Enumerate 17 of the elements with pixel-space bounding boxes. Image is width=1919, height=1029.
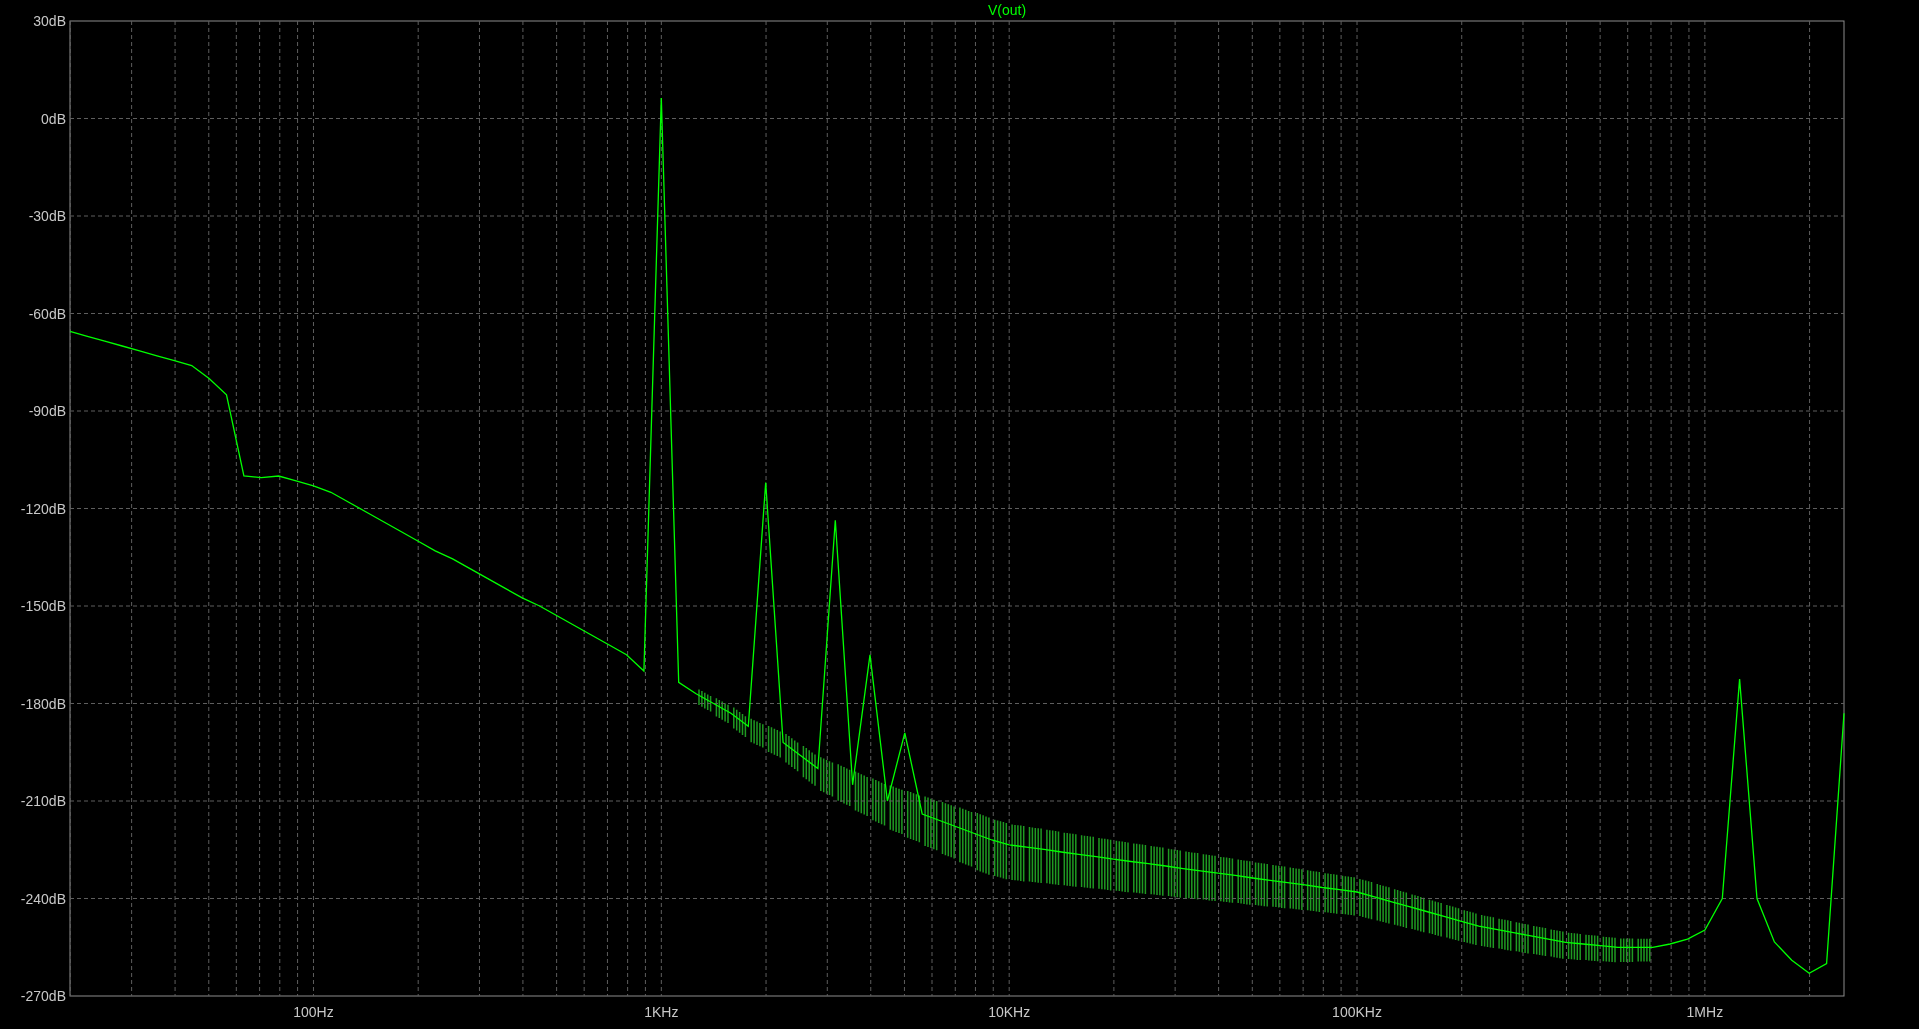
y-tick-label: 30dB (33, 13, 66, 29)
y-tick-label: 0dB (41, 110, 66, 127)
x-tick-label: 100Hz (293, 1004, 334, 1020)
trace-name: V(out) (987, 2, 1027, 18)
y-tick-label: -30dB (28, 208, 66, 224)
y-tick-label: -90dB (28, 403, 66, 419)
x-tick-label: 100KHz (1332, 1004, 1382, 1020)
x-tick-label: 10KHz (988, 1004, 1031, 1020)
y-tick-label: -180dB (20, 695, 66, 712)
y-tick-label: -210dB (20, 793, 66, 809)
y-tick-label: -150dB (20, 598, 66, 614)
y-tick-label: -120dB (20, 500, 66, 517)
y-tick-label: -270dB (20, 988, 66, 1004)
x-tick-label: 1KHz (644, 1004, 679, 1020)
x-tick-label: 1MHz (1686, 1004, 1724, 1020)
y-tick-label: -240dB (20, 890, 66, 907)
y-tick-label: -60dB (28, 305, 66, 322)
